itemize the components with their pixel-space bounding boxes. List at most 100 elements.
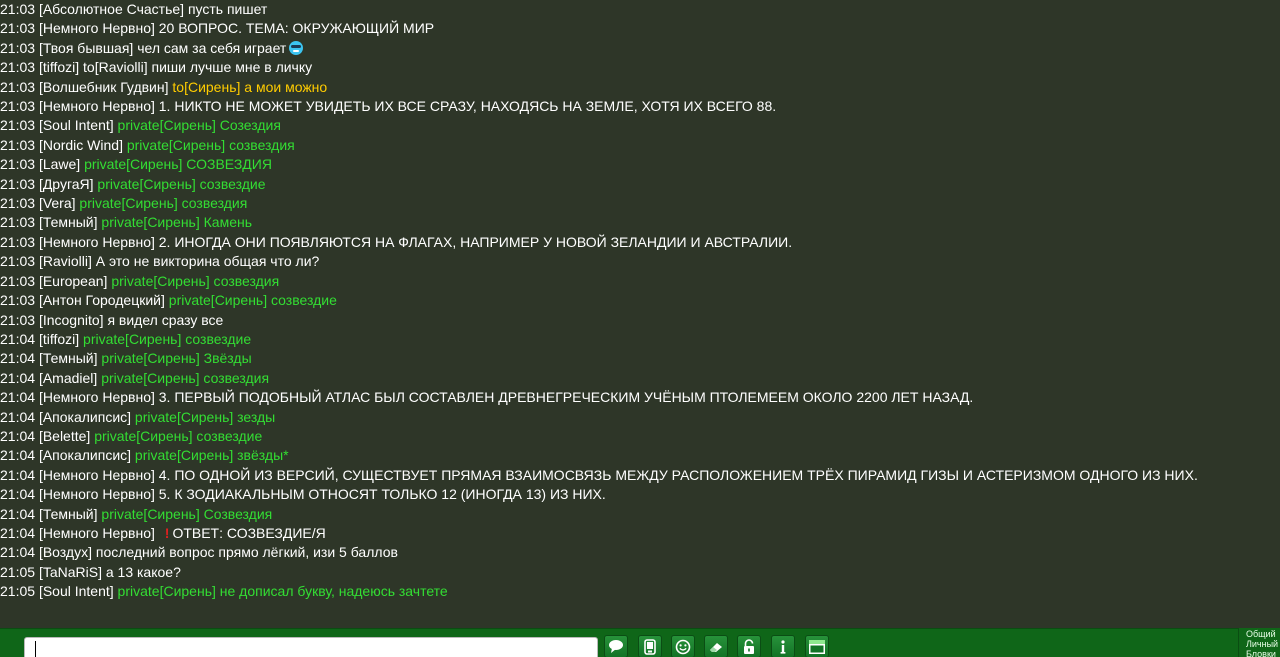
private-tag[interactable]: private[Сирень]: [169, 292, 267, 308]
message-nick[interactable]: [Amadiel]: [39, 370, 97, 386]
message-time: 21:03: [0, 311, 36, 328]
private-tag[interactable]: private[Сирень]: [101, 350, 199, 366]
chat-message: 21:03 [Raviolli] А это не викторина обща…: [0, 252, 1280, 271]
message-nick[interactable]: [Incognito]: [39, 312, 104, 328]
window-button[interactable]: [805, 635, 829, 657]
text-caret: [35, 641, 36, 657]
lock-button[interactable]: [737, 635, 761, 657]
message-nick[interactable]: [TaNaRiS]: [39, 564, 102, 580]
message-nick[interactable]: [Немного Нервно]: [39, 98, 155, 114]
smiley-icon: [675, 639, 691, 655]
chat-bubble-button[interactable]: [604, 635, 628, 657]
message-nick[interactable]: [Твоя бывшая]: [39, 40, 133, 56]
smiley-button[interactable]: [671, 635, 695, 657]
message-nick[interactable]: [Апокалипсис]: [39, 409, 131, 425]
message-nick[interactable]: [tiffozi]: [39, 331, 79, 347]
message-text: Созездия: [219, 117, 281, 134]
message-nick[interactable]: [Lawe]: [39, 156, 80, 172]
message-time: 21:03: [0, 98, 36, 115]
private-tag[interactable]: private[Сирень]: [97, 176, 195, 192]
channel-item[interactable]: Общий: [1239, 628, 1280, 639]
message-time: 21:03: [0, 78, 36, 95]
message-nick[interactable]: [Темный]: [39, 506, 98, 522]
chat-message: 21:04 [Немного Нервно] 3. ПЕРВЫЙ ПОДОБНЫ…: [0, 388, 1280, 407]
message-nick[interactable]: [Немного Нервно]: [39, 486, 155, 502]
message-nick[interactable]: [Belette]: [39, 428, 90, 444]
chat-message: 21:03 [Твоя бывшая] чел сам за себя игра…: [0, 39, 1280, 58]
message-text: СОЗВЕЗДИЯ: [186, 156, 272, 173]
message-nick[interactable]: [Немного Нервно]: [39, 234, 155, 250]
private-tag[interactable]: private[Сирень]: [118, 583, 216, 599]
message-nick[interactable]: [Soul Intent]: [39, 117, 114, 133]
message-nick[interactable]: [European]: [39, 273, 108, 289]
message-time: 21:04: [0, 505, 36, 522]
private-tag[interactable]: private[Сирень]: [101, 506, 199, 522]
message-nick[interactable]: [Soul Intent]: [39, 583, 114, 599]
message-text: не дописал букву, надеюсь зачтете: [219, 583, 448, 600]
message-time: 21:04: [0, 524, 36, 541]
message-time: 21:03: [0, 39, 36, 56]
private-tag[interactable]: private[Сирень]: [118, 117, 216, 133]
private-tag[interactable]: private[Сирень]: [135, 409, 233, 425]
message-time: 21:03: [0, 136, 36, 153]
channel-item[interactable]: Бловки: [1239, 649, 1280, 657]
message-text: созвездия: [203, 369, 270, 386]
message-time: 21:03: [0, 20, 36, 37]
message-nick[interactable]: [Raviolli]: [39, 253, 92, 269]
message-time: 21:04: [0, 447, 36, 464]
message-nick[interactable]: [Немного Нервно]: [39, 389, 155, 405]
message-nick[interactable]: [Волшебник Гудвин]: [39, 79, 169, 95]
message-time: 21:04: [0, 389, 36, 406]
to-tag[interactable]: to[Сирень]: [172, 79, 240, 95]
message-nick[interactable]: [Немного Нервно]: [39, 20, 155, 36]
message-text: а 13 какое?: [105, 563, 181, 580]
message-nick[interactable]: [Немного Нервно]: [39, 467, 155, 483]
message-time: 21:04: [0, 486, 36, 503]
chat-message: 21:03 [Soul Intent] private[Сирень] Созе…: [0, 116, 1280, 135]
message-time: 21:03: [0, 233, 36, 250]
message-nick[interactable]: [Vera]: [39, 195, 76, 211]
private-tag[interactable]: private[Сирень]: [127, 137, 225, 153]
eraser-icon: [710, 643, 722, 652]
chat-message: 21:04 [Апокалипсис] private[Сирень] зезд…: [0, 408, 1280, 427]
private-tag[interactable]: private[Сирень]: [94, 428, 192, 444]
phone-button[interactable]: [638, 635, 662, 657]
exclamation-icon: !: [164, 524, 170, 541]
message-nick[interactable]: [Немного Нервно]: [39, 525, 155, 541]
message-nick[interactable]: [ДругаЯ]: [39, 176, 94, 192]
private-tag[interactable]: private[Сирень]: [101, 370, 199, 386]
eraser-button[interactable]: [704, 635, 728, 657]
message-nick[interactable]: [Темный]: [39, 350, 98, 366]
message-nick[interactable]: [Антон Городецкий]: [39, 292, 165, 308]
message-nick[interactable]: [tiffozi]: [39, 59, 79, 75]
message-text: звёзды*: [237, 447, 289, 464]
private-tag[interactable]: private[Сирень]: [111, 273, 209, 289]
message-text: 3. ПЕРВЫЙ ПОДОБНЫЙ АТЛАС БЫЛ СОСТАВЛЕН Д…: [158, 389, 974, 406]
message-time: 21:03: [0, 214, 36, 231]
message-input[interactable]: [24, 637, 598, 657]
chat-message: 21:03 [European] private[Сирень] созвезд…: [0, 272, 1280, 291]
private-tag[interactable]: private[Сирень]: [83, 331, 181, 347]
private-tag[interactable]: private[Сирень]: [79, 195, 177, 211]
private-tag[interactable]: private[Сирень]: [101, 214, 199, 230]
message-text: пусть пишет: [187, 1, 268, 17]
message-nick[interactable]: [Апокалипсис]: [39, 447, 131, 463]
chat-message: 21:03 [Антон Городецкий] private[Сирень]…: [0, 291, 1280, 310]
message-text: созвездие: [196, 427, 263, 444]
message-nick[interactable]: [Nordic Wind]: [39, 137, 123, 153]
message-nick[interactable]: [Абсолютное Счастье]: [39, 1, 184, 17]
message-time: 21:04: [0, 427, 36, 444]
message-nick[interactable]: [Воздух]: [39, 544, 92, 560]
info-button[interactable]: [771, 635, 795, 657]
window-icon: [809, 640, 825, 654]
chat-message: 21:04 [Темный] private[Сирень] Созвездия: [0, 505, 1280, 524]
message-text: я видел сразу все: [107, 311, 224, 328]
info-icon: [780, 640, 786, 654]
chat-message: 21:04 [Темный] private[Сирень] Звёзды: [0, 349, 1280, 368]
private-tag[interactable]: private[Сирень]: [84, 156, 182, 172]
chat-message: 21:03 [Темный] private[Сирень] Камень: [0, 213, 1280, 232]
private-tag[interactable]: private[Сирень]: [135, 447, 233, 463]
message-nick[interactable]: [Темный]: [39, 214, 98, 230]
bottom-bar: [0, 628, 1280, 657]
channel-item[interactable]: Личный: [1239, 639, 1280, 649]
